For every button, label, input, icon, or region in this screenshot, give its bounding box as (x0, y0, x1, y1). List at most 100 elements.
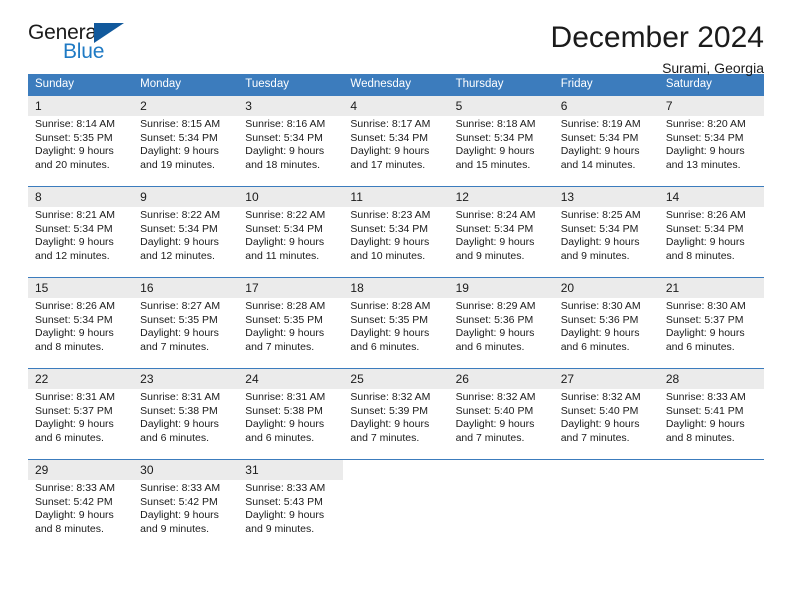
day-detail-cell[interactable]: Sunrise: 8:17 AM Sunset: 5:34 PM Daylight:… (343, 116, 449, 187)
title-block: December 2024 Surami, Georgia (550, 21, 764, 77)
page-title: December 2024 (550, 21, 764, 54)
day-detail-line: Daylight: 9 hours (35, 418, 114, 431)
day-number[interactable]: 15 (28, 277, 134, 298)
day-detail-line: Sunset: 5:34 PM (350, 131, 429, 144)
day-detail-line: Sunrise: 8:28 AM (245, 300, 326, 312)
weekday-header-monday: Monday (133, 74, 239, 96)
day-number[interactable]: 25 (343, 368, 449, 389)
day-number[interactable]: 31 (238, 459, 344, 480)
day-detail-line: Sunset: 5:35 PM (35, 131, 113, 144)
day-detail-line: Daylight: 9 hours (560, 236, 640, 249)
day-detail-cell[interactable]: Sunrise: 8:33 AM Sunset: 5:42 PM Daylight:… (133, 480, 239, 550)
day-detail-cell[interactable]: Sunrise: 8:31 AM Sunset: 5:38 PM Daylight:… (238, 389, 344, 460)
day-detail-line: Daylight: 9 hours (140, 418, 219, 431)
day-number[interactable]: 16 (133, 277, 239, 298)
day-detail-cell[interactable]: Sunrise: 8:15 AM Sunset: 5:34 PM Daylight:… (133, 116, 239, 187)
day-detail-cell[interactable]: Sunrise: 8:33 AM Sunset: 5:43 PM Daylight:… (238, 480, 344, 550)
day-number[interactable]: 1 (28, 95, 134, 116)
day-detail-cell[interactable]: Sunrise: 8:27 AM Sunset: 5:35 PM Daylight:… (133, 298, 239, 369)
day-detail-line: and 18 minutes. (245, 158, 320, 171)
day-detail-cell[interactable]: Sunrise: 8:16 AM Sunset: 5:34 PM Daylight:… (238, 116, 344, 187)
day-detail-cell[interactable]: Sunrise: 8:24 AM Sunset: 5:34 PM Daylight:… (448, 207, 554, 278)
day-detail-line: and 14 minutes. (560, 158, 636, 171)
day-number[interactable]: 4 (343, 95, 449, 116)
day-number[interactable]: 18 (343, 277, 449, 298)
day-number[interactable]: 7 (658, 95, 764, 116)
day-detail-line: Sunset: 5:34 PM (245, 222, 323, 235)
day-detail-line: Sunset: 5:36 PM (455, 313, 534, 326)
day-detail-line: Daylight: 9 hours (350, 236, 430, 249)
day-detail-line: Sunset: 5:35 PM (245, 313, 323, 326)
day-number[interactable]: 30 (133, 459, 239, 480)
day-detail-cell[interactable]: Sunrise: 8:19 AM Sunset: 5:34 PM Daylight:… (553, 116, 659, 187)
day-detail-cell[interactable]: Sunrise: 8:21 AM Sunset: 5:34 PM Daylight:… (28, 207, 134, 278)
day-number[interactable]: 24 (238, 368, 344, 389)
day-detail-line: Daylight: 9 hours (245, 509, 325, 522)
day-detail-cell[interactable]: Sunrise: 8:22 AM Sunset: 5:34 PM Daylight:… (133, 207, 239, 278)
weekday-header-friday: Friday (553, 74, 659, 96)
day-detail-cell[interactable]: Sunrise: 8:30 AM Sunset: 5:37 PM Daylight:… (658, 298, 764, 369)
day-detail-line: Daylight: 9 hours (35, 145, 114, 158)
day-detail-cell[interactable]: Sunrise: 8:32 AM Sunset: 5:40 PM Daylight:… (448, 389, 554, 460)
day-number[interactable]: 26 (448, 368, 554, 389)
day-number[interactable]: 13 (553, 186, 659, 207)
day-detail-line: Sunrise: 8:22 AM (245, 209, 326, 221)
day-detail-line: Sunrise: 8:16 AM (245, 118, 326, 130)
calendar-page: General Blue December 2024 Surami, Georg… (0, 0, 792, 612)
day-detail-cell[interactable]: Sunrise: 8:31 AM Sunset: 5:37 PM Daylight:… (28, 389, 134, 460)
day-detail-cell[interactable]: Sunrise: 8:28 AM Sunset: 5:35 PM Daylight:… (343, 298, 449, 369)
day-detail-line: Sunrise: 8:23 AM (350, 209, 431, 221)
day-detail-line: Daylight: 9 hours (455, 236, 535, 249)
day-number[interactable]: 6 (553, 95, 659, 116)
day-detail-line: and 8 minutes. (35, 522, 104, 535)
day-number[interactable]: 10 (238, 186, 344, 207)
day-detail-cell[interactable]: Sunrise: 8:33 AM Sunset: 5:42 PM Daylight:… (28, 480, 134, 550)
day-detail-line: Sunrise: 8:29 AM (455, 300, 536, 312)
day-detail-cell[interactable]: Sunrise: 8:14 AM Sunset: 5:35 PM Daylight:… (28, 116, 134, 187)
day-detail-cell[interactable]: Sunrise: 8:23 AM Sunset: 5:34 PM Daylight:… (343, 207, 449, 278)
day-number[interactable]: 12 (448, 186, 554, 207)
day-detail-cell[interactable]: Sunrise: 8:22 AM Sunset: 5:34 PM Daylight:… (238, 207, 344, 278)
day-number[interactable]: 27 (553, 368, 659, 389)
day-number-empty (658, 459, 764, 480)
day-number[interactable]: 19 (448, 277, 554, 298)
day-number[interactable]: 5 (448, 95, 554, 116)
day-detail-line: Sunrise: 8:31 AM (140, 391, 221, 403)
day-number[interactable]: 14 (658, 186, 764, 207)
day-number[interactable]: 8 (28, 186, 134, 207)
day-detail-cell[interactable]: Sunrise: 8:31 AM Sunset: 5:38 PM Daylight:… (133, 389, 239, 460)
day-detail-line: and 20 minutes. (35, 158, 110, 171)
day-detail-cell[interactable]: Sunrise: 8:20 AM Sunset: 5:34 PM Daylight:… (658, 116, 764, 187)
day-number[interactable]: 17 (238, 277, 344, 298)
day-detail-cell[interactable]: Sunrise: 8:26 AM Sunset: 5:34 PM Daylight:… (28, 298, 134, 369)
day-detail-cell[interactable]: Sunrise: 8:32 AM Sunset: 5:39 PM Daylight:… (343, 389, 449, 460)
day-number[interactable]: 3 (238, 95, 344, 116)
day-number[interactable]: 21 (658, 277, 764, 298)
day-number[interactable]: 28 (658, 368, 764, 389)
day-number[interactable]: 9 (133, 186, 239, 207)
day-detail-cell[interactable]: Sunrise: 8:29 AM Sunset: 5:36 PM Daylight:… (448, 298, 554, 369)
day-detail-line: Daylight: 9 hours (140, 145, 219, 158)
day-detail-cell[interactable]: Sunrise: 8:18 AM Sunset: 5:34 PM Daylight:… (448, 116, 554, 187)
day-detail-cell[interactable]: Sunrise: 8:33 AM Sunset: 5:41 PM Daylight:… (658, 389, 764, 460)
month-calendar: Sunday Monday Tuesday Wednesday Thursday… (28, 74, 764, 550)
general-blue-logo[interactable]: General Blue (28, 22, 138, 68)
day-detail-cell[interactable]: Sunrise: 8:25 AM Sunset: 5:34 PM Daylight:… (553, 207, 659, 278)
day-detail-cell-empty (343, 480, 449, 550)
day-number[interactable]: 29 (28, 459, 134, 480)
day-number[interactable]: 11 (343, 186, 449, 207)
day-detail-line: and 12 minutes. (35, 249, 110, 262)
day-detail-cell[interactable]: Sunrise: 8:32 AM Sunset: 5:40 PM Daylight:… (553, 389, 659, 460)
day-detail-cell[interactable]: Sunrise: 8:28 AM Sunset: 5:35 PM Daylight:… (238, 298, 344, 369)
day-detail-line: Sunset: 5:34 PM (665, 222, 744, 235)
day-number[interactable]: 2 (133, 95, 239, 116)
day-number[interactable]: 20 (553, 277, 659, 298)
day-detail-cell[interactable]: Sunrise: 8:26 AM Sunset: 5:34 PM Daylight:… (658, 207, 764, 278)
day-number[interactable]: 23 (133, 368, 239, 389)
week-daynumber-row: 8 9 10 11 12 13 14 (28, 186, 764, 207)
page-subtitle: Surami, Georgia (662, 60, 764, 76)
day-detail-line: and 9 minutes. (560, 249, 630, 262)
day-number[interactable]: 22 (28, 368, 134, 389)
day-detail-cell[interactable]: Sunrise: 8:30 AM Sunset: 5:36 PM Daylight:… (553, 298, 659, 369)
week-detail-row: Sunrise: 8:31 AM Sunset: 5:37 PM Daylight:… (28, 389, 764, 460)
